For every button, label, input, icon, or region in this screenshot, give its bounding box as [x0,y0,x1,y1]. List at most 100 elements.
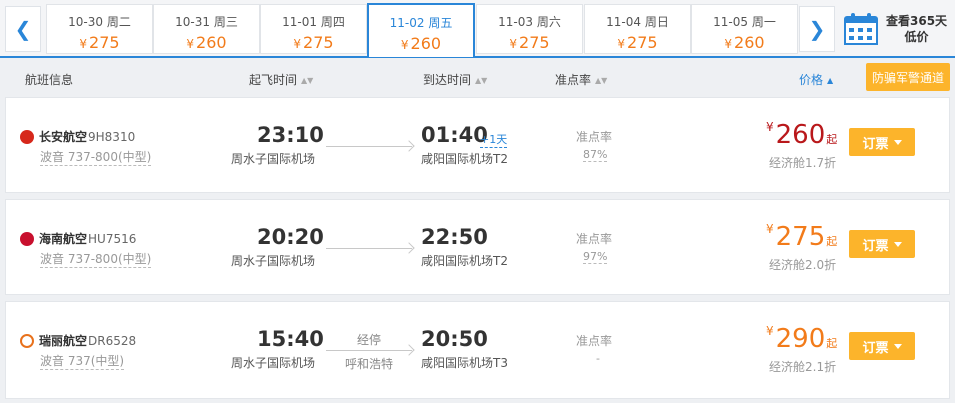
date-tab[interactable]: 10-30 周二 ¥275 [46,4,153,54]
book-label: 订票 [862,340,889,356]
flight-price: ¥290起 [766,324,837,354]
price-value: 275 [775,222,826,252]
flight-row: 海南航空 HU7516 波音 737-800(中型) 20:20 周水子国际机场 … [5,199,950,295]
header-flight-info: 航班信息 [25,73,74,87]
sort-icon: ▲▼ [595,76,608,85]
plane-type[interactable]: 波音 737-800(中型) [40,150,152,166]
date-label: 11-04 周日 [606,15,669,29]
arrive-airport: 咸阳国际机场T2 [421,152,508,166]
arrive-time: 01:40 [421,123,488,147]
price-suffix: 起 [826,337,838,350]
calendar-icon [844,13,878,45]
currency-symbol: ¥ [79,37,88,51]
results-header: 航班信息 起飞时间 ▲▼ 到达时间 ▲▼ 准点率 ▲▼ 价格 ▲ 防骗军警通道 [5,62,950,94]
date-label: 10-30 周二 [68,15,131,29]
ontime-value: - [596,352,600,365]
caret-down-icon [893,343,902,349]
header-price-label: 价格 [799,73,824,87]
ontime-value[interactable]: 97% [583,250,608,264]
date-price: 275 [89,33,120,52]
date-price: 260 [196,33,227,52]
plus-day-badge[interactable]: +1天 [480,131,508,148]
book-button[interactable]: 订票 [849,332,915,360]
ontime-label: 准点率 [576,334,613,348]
header-ontime[interactable]: 准点率 ▲▼ [555,71,607,88]
currency-symbol: ¥ [617,37,626,51]
stopover-label: 经停 [356,333,381,347]
calendar-label-line2: 低价 [904,30,929,44]
price-suffix: 起 [826,235,838,248]
arrive-time: 22:50 [421,225,488,249]
date-price: 275 [303,33,334,52]
date-price: 260 [734,33,765,52]
date-label: 11-03 周六 [498,15,561,29]
airline-name: 海南航空 [39,232,88,246]
date-price: 260 [410,34,442,53]
cabin-discount: 经济舱2.0折 [769,258,837,272]
date-tab[interactable]: 10-31 周三 ¥260 [153,4,260,54]
price-suffix: 起 [826,133,838,146]
flight-price: ¥275起 [766,222,837,252]
book-label: 订票 [862,238,889,254]
chevron-right-icon: ❯ [808,17,826,41]
price-value: 290 [775,324,826,354]
flight-price: ¥260起 [766,120,837,150]
depart-airport: 周水子国际机场 [231,152,316,166]
date-price: 275 [519,33,550,52]
depart-airport: 周水子国际机场 [231,254,316,268]
route-arrow-icon [326,146,412,147]
date-label: 11-01 周四 [282,15,345,29]
anti-fraud-button[interactable]: 防骗军警通道 [866,63,950,91]
flight-row: 瑞丽航空 DR6528 波音 737(中型) 15:40 周水子国际机场 经停 呼… [5,301,950,399]
date-label: 10-31 周三 [175,15,238,29]
airline-logo-icon [20,129,34,144]
header-arrive-time[interactable]: 到达时间 ▲▼ [423,71,487,88]
book-button[interactable]: 订票 [849,128,915,156]
currency-symbol: ¥ [400,38,409,52]
caret-down-icon [893,139,902,145]
ontime-label: 准点率 [576,130,613,144]
chevron-left-icon: ❮ [14,17,32,41]
date-bar: ❮ 10-30 周二 ¥275 10-31 周三 ¥260 11-01 周四 ¥… [0,0,955,58]
next-date-button[interactable]: ❯ [799,6,835,52]
book-button[interactable]: 订票 [849,230,915,258]
calendar-lowprice-button[interactable]: 查看365天 低价 [840,6,950,52]
currency-symbol: ¥ [766,222,774,236]
airline-logo-icon [20,333,34,348]
date-price: 275 [627,33,658,52]
route-arrow-icon [326,248,412,249]
currency-symbol: ¥ [766,324,774,338]
plane-type[interactable]: 波音 737-800(中型) [40,252,152,268]
airline-logo-icon [20,231,34,246]
date-tab[interactable]: 11-01 周四 ¥275 [260,4,367,54]
header-ontime-label: 准点率 [555,73,592,87]
airline-name: 长安航空 [39,130,88,144]
price-value: 260 [775,120,826,150]
depart-time: 23:10 [257,123,324,147]
flight-number: DR6528 [88,333,137,348]
sort-asc-icon: ▲ [827,76,834,85]
cabin-discount: 经济舱2.1折 [769,360,837,374]
flight-number: HU7516 [88,231,137,246]
header-depart-time[interactable]: 起飞时间 ▲▼ [249,71,313,88]
arrive-time: 20:50 [421,327,488,351]
date-tab[interactable]: 11-03 周六 ¥275 [476,4,583,54]
currency-symbol: ¥ [186,37,195,51]
date-tab[interactable]: 11-04 周日 ¥275 [584,4,691,54]
ontime-value[interactable]: 87% [583,148,608,162]
header-price[interactable]: 价格 ▲ [799,71,833,88]
date-tab[interactable]: 11-05 周一 ¥260 [691,4,798,54]
plane-type[interactable]: 波音 737(中型) [40,354,125,370]
header-arrive-label: 到达时间 [423,73,472,87]
caret-down-icon [893,241,902,247]
date-label: 11-05 周一 [713,15,776,29]
header-depart-label: 起飞时间 [249,73,298,87]
sort-icon: ▲▼ [475,76,488,85]
prev-date-button[interactable]: ❮ [5,6,41,52]
currency-symbol: ¥ [724,37,733,51]
date-tab-active[interactable]: 11-02 周五 ¥260 [367,3,475,57]
stopover-city: 呼和浩特 [344,357,393,371]
flight-row: 长安航空 9H8310 波音 737-800(中型) 23:10 周水子国际机场 … [5,97,950,193]
flight-number: 9H8310 [88,129,136,144]
airline-name: 瑞丽航空 [39,334,88,348]
